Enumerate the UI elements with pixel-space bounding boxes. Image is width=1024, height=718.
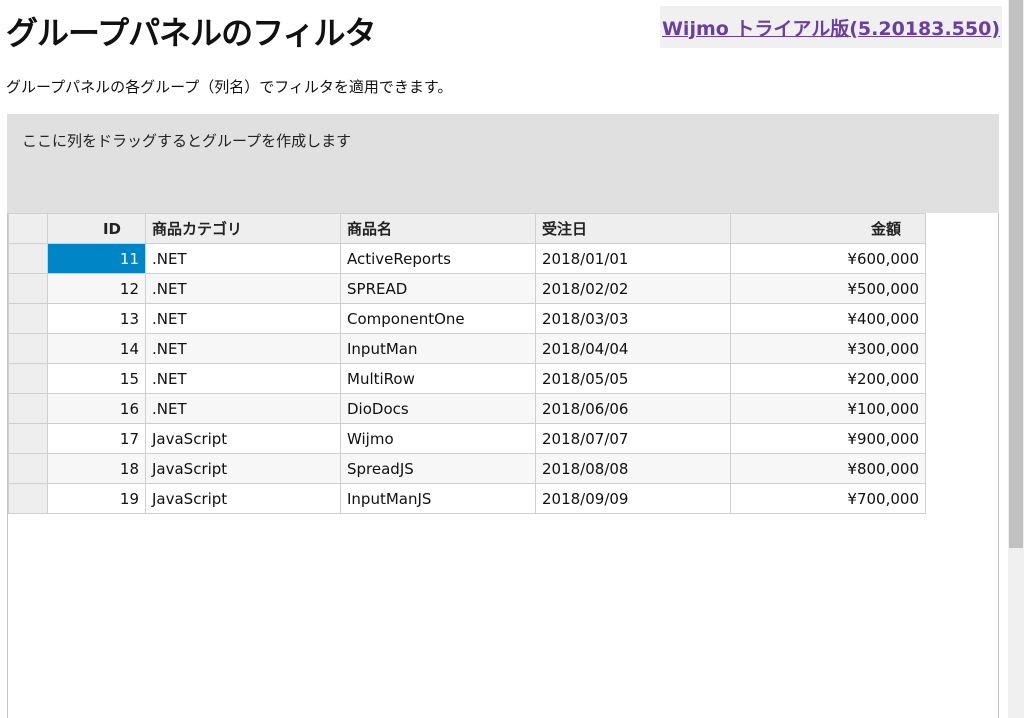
cell-id[interactable]: 13: [47, 303, 146, 334]
cell-product[interactable]: SPREAD: [340, 273, 536, 304]
cell-id[interactable]: 16: [47, 393, 146, 424]
cell-id[interactable]: 15: [47, 363, 146, 394]
cell-amount[interactable]: ¥600,000: [730, 243, 926, 274]
table-row[interactable]: 19 JavaScript InputManJS 2018/09/09 ¥700…: [8, 483, 926, 514]
scrollbar-thumb[interactable]: [1009, 0, 1023, 548]
column-header-category[interactable]: 商品カテゴリ: [145, 213, 341, 244]
cell-product[interactable]: InputManJS: [340, 483, 536, 514]
row-header[interactable]: [8, 393, 48, 424]
cell-amount[interactable]: ¥700,000: [730, 483, 926, 514]
cell-date[interactable]: 2018/04/04: [535, 333, 731, 364]
cell-date[interactable]: 2018/08/08: [535, 453, 731, 484]
row-header[interactable]: [8, 423, 48, 454]
row-header[interactable]: [8, 363, 48, 394]
row-header[interactable]: [8, 243, 48, 274]
cell-category[interactable]: .NET: [145, 243, 341, 274]
group-panel[interactable]: ここに列をドラッグするとグループを作成します: [7, 114, 999, 213]
cell-date[interactable]: 2018/09/09: [535, 483, 731, 514]
cell-date[interactable]: 2018/01/01: [535, 243, 731, 274]
cell-category[interactable]: .NET: [145, 363, 341, 394]
page: グループパネルのフィルタ Wijmo トライアル版(5.20183.550) グ…: [0, 0, 1024, 718]
cell-product[interactable]: Wijmo: [340, 423, 536, 454]
cell-id[interactable]: 12: [47, 273, 146, 304]
cell-date[interactable]: 2018/03/03: [535, 303, 731, 334]
cell-date[interactable]: 2018/05/05: [535, 363, 731, 394]
table-row[interactable]: 14 .NET InputMan 2018/04/04 ¥300,000: [8, 333, 926, 364]
cell-amount[interactable]: ¥300,000: [730, 333, 926, 364]
cell-id[interactable]: 18: [47, 453, 146, 484]
cell-product[interactable]: InputMan: [340, 333, 536, 364]
cell-product[interactable]: ActiveReports: [340, 243, 536, 274]
row-header[interactable]: [8, 483, 48, 514]
cell-category[interactable]: JavaScript: [145, 453, 341, 484]
column-header-date[interactable]: 受注日: [535, 213, 731, 244]
table-row[interactable]: 13 .NET ComponentOne 2018/03/03 ¥400,000: [8, 303, 926, 334]
trial-badge: Wijmo トライアル版(5.20183.550): [660, 6, 1002, 48]
flex-grid[interactable]: ID 商品カテゴリ 商品名 受注日 金額 11 .NET ActiveRepor…: [7, 213, 999, 718]
cell-category[interactable]: JavaScript: [145, 483, 341, 514]
grid-table: ID 商品カテゴリ 商品名 受注日 金額 11 .NET ActiveRepor…: [8, 213, 926, 514]
cell-amount[interactable]: ¥800,000: [730, 453, 926, 484]
table-row[interactable]: 16 .NET DioDocs 2018/06/06 ¥100,000: [8, 393, 926, 424]
table-row[interactable]: 18 JavaScript SpreadJS 2018/08/08 ¥800,0…: [8, 453, 926, 484]
cell-product[interactable]: DioDocs: [340, 393, 536, 424]
cell-date[interactable]: 2018/07/07: [535, 423, 731, 454]
cell-category[interactable]: .NET: [145, 303, 341, 334]
cell-date[interactable]: 2018/02/02: [535, 273, 731, 304]
table-row[interactable]: 12 .NET SPREAD 2018/02/02 ¥500,000: [8, 273, 926, 304]
cell-id[interactable]: 11: [47, 243, 146, 274]
cell-id[interactable]: 19: [47, 483, 146, 514]
row-header[interactable]: [8, 273, 48, 304]
row-header[interactable]: [8, 333, 48, 364]
row-header[interactable]: [8, 303, 48, 334]
cell-category[interactable]: .NET: [145, 333, 341, 364]
cell-category[interactable]: .NET: [145, 273, 341, 304]
cell-category[interactable]: JavaScript: [145, 423, 341, 454]
header-row: ID 商品カテゴリ 商品名 受注日 金額: [8, 213, 926, 244]
top-left-cell[interactable]: [8, 213, 48, 244]
cell-product[interactable]: SpreadJS: [340, 453, 536, 484]
table-row[interactable]: 15 .NET MultiRow 2018/05/05 ¥200,000: [8, 363, 926, 394]
group-panel-placeholder: ここに列をドラッグするとグループを作成します: [22, 132, 352, 150]
table-row[interactable]: 11 .NET ActiveReports 2018/01/01 ¥600,00…: [8, 243, 926, 274]
page-scrollbar[interactable]: [1008, 0, 1024, 718]
cell-product[interactable]: MultiRow: [340, 363, 536, 394]
column-header-amount[interactable]: 金額: [730, 213, 926, 244]
page-description: グループパネルの各グループ（列名）でフィルタを適用できます。: [6, 78, 453, 96]
cell-product[interactable]: ComponentOne: [340, 303, 536, 334]
cell-id[interactable]: 14: [47, 333, 146, 364]
cell-date[interactable]: 2018/06/06: [535, 393, 731, 424]
cell-amount[interactable]: ¥500,000: [730, 273, 926, 304]
cell-id[interactable]: 17: [47, 423, 146, 454]
column-header-product[interactable]: 商品名: [340, 213, 536, 244]
cell-amount[interactable]: ¥100,000: [730, 393, 926, 424]
cell-amount[interactable]: ¥900,000: [730, 423, 926, 454]
cell-amount[interactable]: ¥200,000: [730, 363, 926, 394]
trial-version-link[interactable]: Wijmo トライアル版(5.20183.550): [662, 14, 1000, 41]
row-header[interactable]: [8, 453, 48, 484]
table-row[interactable]: 17 JavaScript Wijmo 2018/07/07 ¥900,000: [8, 423, 926, 454]
column-header-id[interactable]: ID: [47, 213, 146, 244]
page-title: グループパネルのフィルタ: [6, 14, 376, 52]
cell-amount[interactable]: ¥400,000: [730, 303, 926, 334]
cell-category[interactable]: .NET: [145, 393, 341, 424]
